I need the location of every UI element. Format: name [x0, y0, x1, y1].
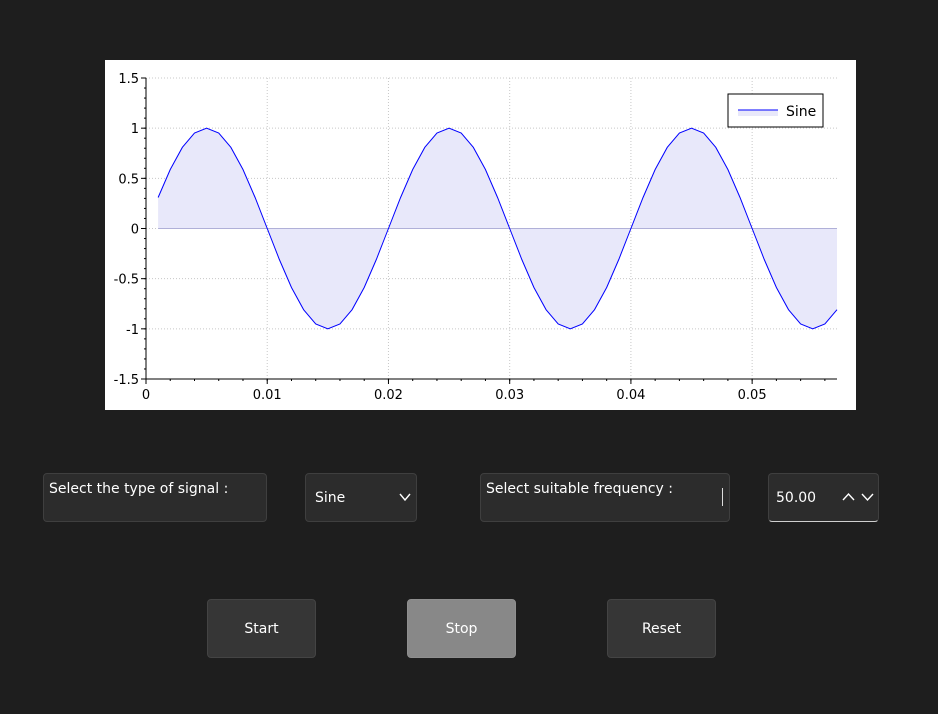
sine-chart: 1.5 1 0.5 0 -0.5 -1 -1.5 0 0.01 0.02 0.03 0.04 0.05…	[114, 72, 838, 403]
chevron-down-icon	[399, 493, 411, 502]
legend-label-sine: Sine	[786, 104, 816, 120]
y-tick-label: -0.5	[114, 273, 139, 288]
x-tick-label: 0.03	[495, 388, 524, 403]
chart-area: 1.5 1 0.5 0 -0.5 -1 -1.5 0 0.01 0.02 0.03 0.04 0.05…	[105, 60, 856, 410]
text-cursor	[722, 488, 723, 506]
start-button-label: Start	[244, 620, 279, 637]
reset-button-label: Reset	[641, 620, 682, 637]
frequency-label: Select suitable frequency :	[486, 481, 673, 497]
y-tick-label: 0	[131, 223, 139, 238]
legend-swatch-fill	[738, 110, 778, 116]
y-tick-label: 1.5	[118, 72, 139, 87]
x-tick-label: 0.02	[374, 388, 403, 403]
y-tick-label: 0.5	[118, 172, 139, 187]
frequency-spinbox[interactable]: 50.00	[768, 473, 879, 522]
y-tick-label: 1	[131, 122, 139, 137]
x-tick-labels: 0 0.01 0.02 0.03 0.04 0.05	[142, 388, 767, 403]
signal-type-value: Sine	[315, 489, 346, 506]
y-tick-label: -1	[126, 323, 139, 338]
stop-button[interactable]: Stop	[407, 599, 516, 658]
x-tick-label: 0.04	[616, 388, 645, 403]
x-tick-label: 0.01	[253, 388, 282, 403]
frequency-label-box[interactable]: Select suitable frequency :	[480, 473, 730, 522]
stop-button-label: Stop	[445, 620, 478, 637]
signal-type-label: Select the type of signal :	[49, 481, 229, 497]
start-button[interactable]: Start	[207, 599, 316, 658]
y-tick-labels: 1.5 1 0.5 0 -0.5 -1 -1.5	[114, 72, 139, 388]
signal-type-combobox[interactable]: Sine	[305, 473, 417, 522]
y-tick-label: -1.5	[114, 373, 139, 388]
frequency-value: 50.00	[776, 489, 817, 506]
x-tick-label: 0	[142, 388, 150, 403]
chevron-down-icon[interactable]	[861, 491, 874, 503]
reset-button[interactable]: Reset	[607, 599, 716, 658]
x-tick-label: 0.05	[738, 388, 767, 403]
signal-type-label-box: Select the type of signal :	[43, 473, 267, 522]
chevron-up-icon[interactable]	[842, 491, 855, 503]
legend: Sine	[727, 93, 824, 128]
